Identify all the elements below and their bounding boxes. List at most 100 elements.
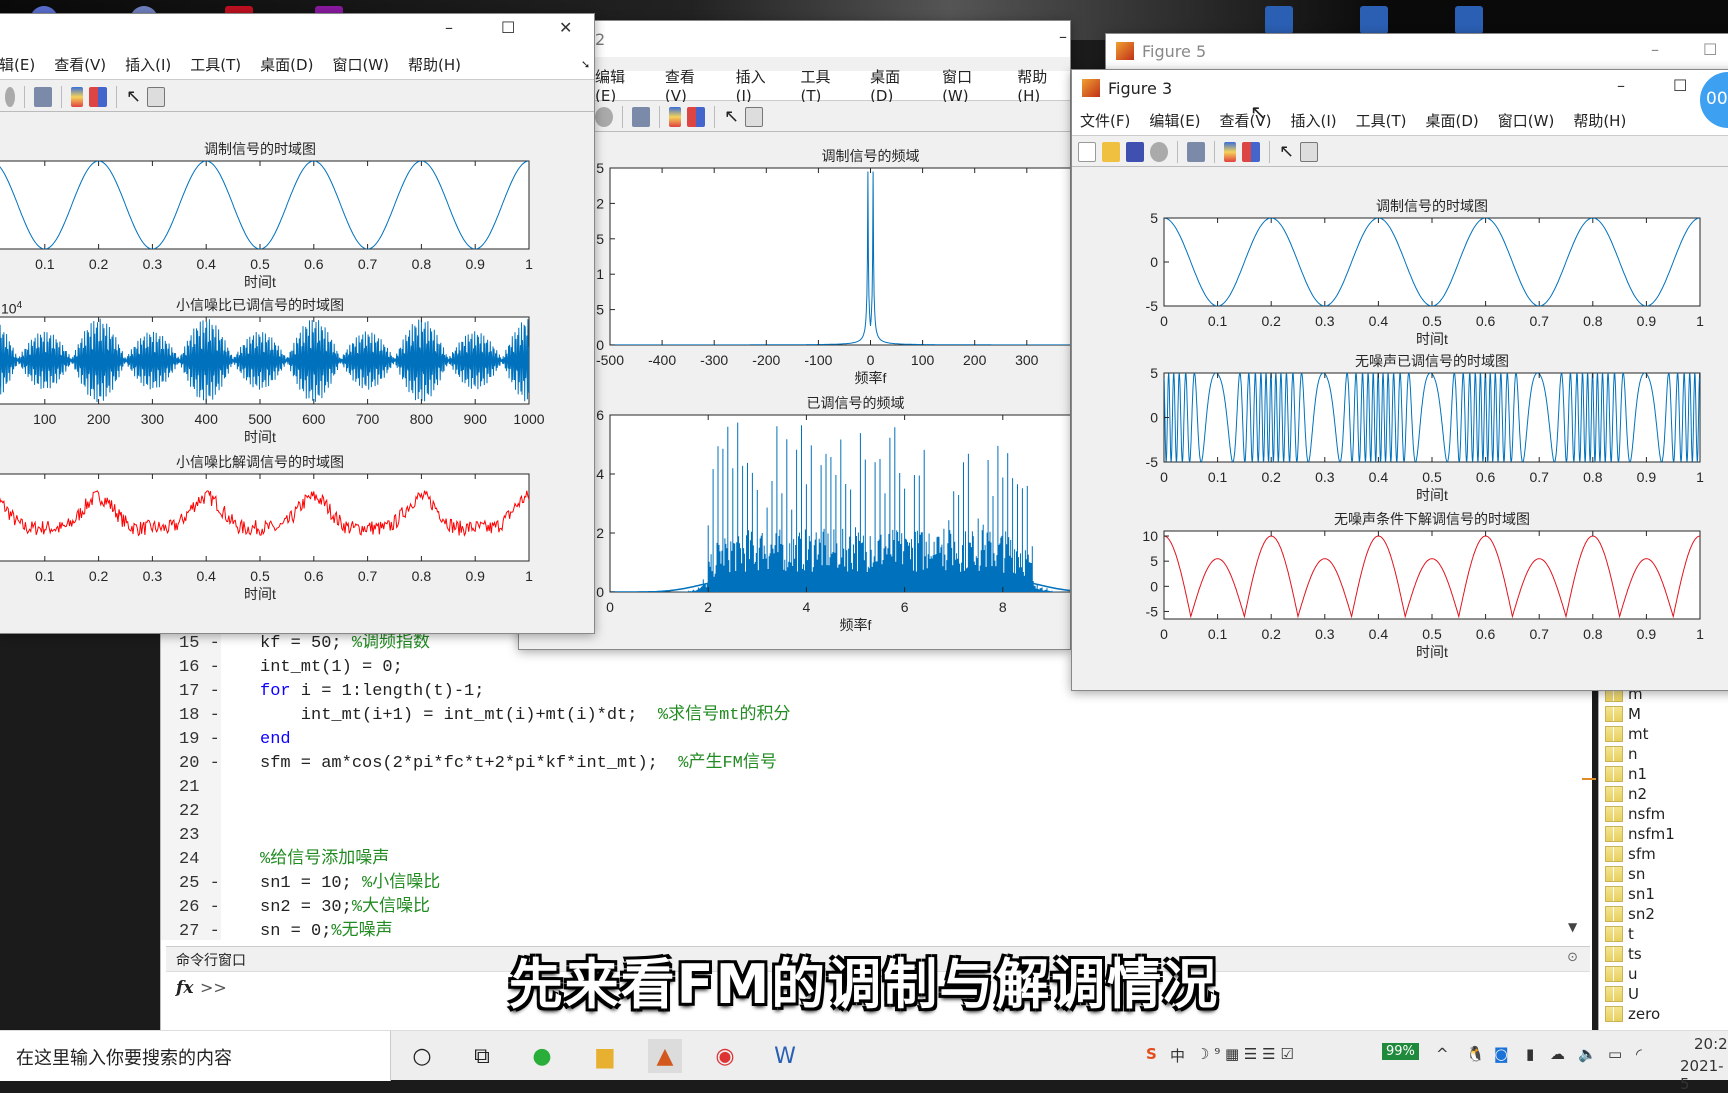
menu-item[interactable]: 桌面(D) — [260, 54, 313, 75]
wechat-icon[interactable]: ● — [525, 1039, 559, 1073]
word-document-icon[interactable] — [1360, 6, 1388, 34]
line-number[interactable]: 19 - — [179, 728, 220, 752]
battery-indicator[interactable]: 99% — [1382, 1043, 1419, 1060]
line-number[interactable]: 17 - — [179, 680, 220, 704]
workspace-variable[interactable]: n2 — [1605, 784, 1647, 804]
menu-item[interactable]: 桌面(D) — [870, 66, 923, 105]
menu-item[interactable]: 文件(F) — [1080, 110, 1130, 131]
workspace-variable[interactable]: n1 — [1605, 764, 1647, 784]
link-plot-icon[interactable] — [1187, 141, 1205, 162]
print-icon[interactable] — [1150, 141, 1168, 162]
menu-item[interactable]: 帮助(H) — [408, 54, 461, 75]
link-plot-icon[interactable] — [34, 86, 52, 107]
legend-icon[interactable] — [1242, 141, 1260, 162]
menu-item[interactable]: 工具(T) — [1356, 110, 1407, 131]
workspace-variable[interactable]: M — [1605, 704, 1641, 724]
workspace-variable[interactable]: nsfm — [1605, 804, 1665, 824]
menu-item[interactable]: 编辑(E) — [595, 66, 646, 105]
ime-tools-icons[interactable]: ☽ ⁹ ▦ ☰ ☰ ☑ — [1196, 1045, 1294, 1063]
wifi-icon[interactable]: ◜ — [1636, 1045, 1642, 1063]
cortana-icon[interactable]: ○ — [405, 1039, 439, 1073]
save-icon[interactable] — [1126, 141, 1144, 162]
word-document-icon[interactable] — [1455, 6, 1483, 34]
menu-item[interactable]: 帮助(H) — [1573, 110, 1626, 131]
teamviewer-icon[interactable]: ◙ — [1494, 1045, 1509, 1063]
onedrive-icon[interactable]: ☁ — [1550, 1045, 1565, 1063]
plot-axes[interactable]: 0.1 0.2 0.3 0.4 0.5 0.6 0.7 0.8 0.9 1 小信噪比解调信号的时域图… — [0, 444, 569, 634]
line-number[interactable]: 22 — [179, 800, 219, 824]
plot-axes[interactable]: 0 0.1 0.2 0.3 0.4 0.5 0.6 0.7 0.8 0.9 1-50510无噪声条件… — [1124, 501, 1728, 691]
word-document-icon[interactable] — [1265, 6, 1293, 34]
maximize-button[interactable]: ☐ — [1703, 40, 1717, 59]
line-number[interactable]: 24 — [179, 848, 219, 872]
colorbar-icon[interactable] — [669, 106, 681, 127]
plot-axes[interactable]: 02468100246已调信号的频域频率f — [570, 385, 1071, 650]
minimize-button[interactable]: – — [445, 18, 453, 37]
microphone-icon[interactable]: ▮ — [1526, 1045, 1534, 1063]
link-plot-icon[interactable] — [632, 106, 650, 127]
maximize-button[interactable]: ☐ — [501, 18, 515, 37]
print-icon[interactable] — [595, 106, 613, 127]
workspace-variable[interactable]: sfm — [1605, 844, 1656, 864]
volume-icon[interactable]: 🔈 — [1578, 1045, 1597, 1063]
menu-item[interactable]: 窗口(W) — [332, 54, 389, 75]
workspace-variable[interactable]: sn1 — [1605, 884, 1655, 904]
menu-item[interactable]: 窗口(W) — [942, 66, 998, 105]
ime-mode[interactable]: 中 — [1170, 1045, 1185, 1066]
menu-item[interactable]: 编辑(E) — [1149, 110, 1200, 131]
workspace-variable[interactable]: sn2 — [1605, 904, 1655, 924]
pointer-icon[interactable]: ↖ — [126, 86, 141, 107]
line-number[interactable]: 21 — [179, 776, 219, 800]
minimize-button[interactable]: – — [1651, 40, 1659, 59]
colorbar-icon[interactable] — [71, 86, 83, 107]
minimize-button[interactable]: – — [1617, 76, 1625, 95]
taskbar-search-box[interactable]: 在这里输入你要搜索的内容 — [0, 1031, 391, 1081]
menu-item[interactable]: 窗口(W) — [1498, 110, 1555, 131]
line-number[interactable]: 18 - — [179, 704, 220, 728]
menu-item[interactable]: 查看(V) — [665, 66, 717, 105]
clock-date[interactable]: 2021-5 — [1680, 1057, 1728, 1093]
line-number[interactable]: 15 - — [179, 632, 220, 656]
matlab-icon[interactable]: ▲ — [648, 1039, 682, 1073]
task-view-icon[interactable]: ⧉ — [465, 1039, 499, 1073]
menu-item[interactable]: 工具(T) — [190, 54, 241, 75]
display-icon[interactable]: ▭ — [1608, 1045, 1622, 1063]
menu-item[interactable]: 桌面(D) — [1426, 110, 1479, 131]
line-number[interactable]: 23 — [179, 824, 219, 848]
line-number[interactable]: 16 - — [179, 656, 220, 680]
clock-time[interactable]: 20:22 — [1694, 1035, 1728, 1053]
menu-item[interactable]: 插入(I) — [125, 54, 171, 75]
workspace-variable[interactable]: n — [1605, 744, 1638, 764]
workspace-variable[interactable]: sn — [1605, 864, 1645, 884]
maximize-button[interactable]: ☐ — [1673, 76, 1687, 95]
sogou-ime-icon[interactable]: S — [1146, 1045, 1157, 1063]
menu-item[interactable]: 工具(T) — [800, 66, 851, 105]
menu-item[interactable]: 插入(I) — [1291, 110, 1337, 131]
pointer-icon[interactable]: ↖ — [724, 106, 739, 127]
property-editor-icon[interactable] — [745, 106, 764, 127]
line-number[interactable]: 25 - — [179, 872, 220, 896]
dock-arrow-icon[interactable]: ➘ — [581, 58, 590, 71]
legend-icon[interactable] — [89, 86, 107, 107]
close-button[interactable]: ✕ — [559, 18, 572, 37]
menu-item[interactable]: 辑(E) — [0, 54, 35, 75]
menu-item[interactable]: 查看(V) — [54, 54, 106, 75]
legend-icon[interactable] — [687, 106, 705, 127]
open-icon[interactable] — [1102, 141, 1120, 162]
qq-icon[interactable]: 🐧 — [1466, 1045, 1485, 1063]
new-figure-icon[interactable] — [1078, 141, 1096, 162]
word-icon[interactable]: W — [768, 1039, 802, 1073]
property-editor-icon[interactable] — [147, 86, 166, 107]
menu-item[interactable]: 帮助(H) — [1017, 66, 1070, 105]
colorbar-icon[interactable] — [1224, 141, 1236, 162]
scroll-down-arrow[interactable]: ▼ — [1568, 920, 1577, 934]
workspace-variable[interactable]: nsfm1 — [1605, 824, 1675, 844]
workspace-variable[interactable]: mt — [1605, 724, 1649, 744]
line-number[interactable]: 20 - — [179, 752, 220, 776]
pointer-icon[interactable]: ↖ — [1279, 141, 1294, 162]
show-hidden-icons[interactable]: ^ — [1436, 1045, 1449, 1063]
chrome-icon[interactable]: ◉ — [708, 1039, 742, 1073]
plot-axes[interactable]: -500-400-300-200-100010020030000.511.522… — [570, 138, 1071, 425]
file-explorer-icon[interactable]: ▆ — [588, 1039, 622, 1073]
minimize-button[interactable]: – — [1059, 27, 1067, 46]
